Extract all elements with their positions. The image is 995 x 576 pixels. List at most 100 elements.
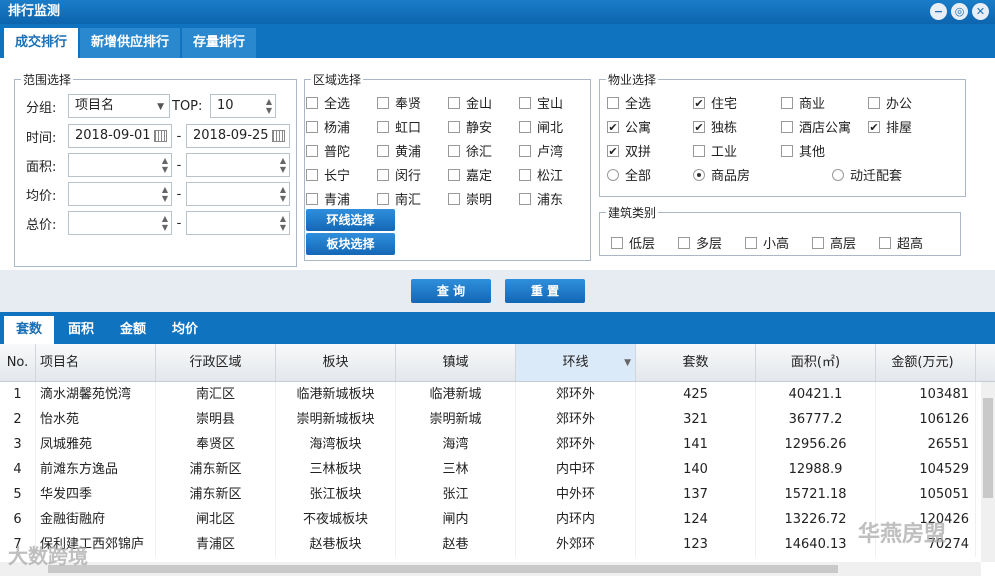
minimize-icon[interactable]: −: [930, 3, 947, 20]
checkbox-icon[interactable]: [448, 192, 460, 205]
checkbox-icon[interactable]: [611, 236, 623, 249]
housing-type-radio[interactable]: 动迁配套: [832, 165, 902, 184]
building-type-checkbox[interactable]: 低层: [611, 233, 655, 252]
spinner-icon[interactable]: ▲ ▼: [162, 185, 168, 203]
checkbox-icon[interactable]: [448, 96, 460, 109]
building-type-checkbox[interactable]: 多层: [678, 233, 722, 252]
checkbox-icon[interactable]: [519, 192, 531, 205]
price-max-stepper[interactable]: ▲ ▼: [186, 182, 290, 206]
region-checkbox[interactable]: 黄浦: [377, 141, 421, 160]
column-header[interactable]: 行政区域: [156, 344, 276, 381]
table-row[interactable]: 4 前滩东方逸品 浦东新区 三林板块 三林 内中环 140 12988.9 104529: [0, 457, 995, 482]
tab-new-supply-ranking[interactable]: 新增供应排行: [80, 28, 181, 58]
checkbox-icon[interactable]: [693, 144, 705, 157]
date-from-field[interactable]: 2018-09-01: [68, 124, 172, 148]
region-checkbox[interactable]: 全选: [306, 93, 350, 112]
region-checkbox[interactable]: 奉贤: [377, 93, 421, 112]
checkbox-icon[interactable]: [306, 96, 318, 109]
column-header[interactable]: 套数: [636, 344, 756, 381]
housing-type-radio[interactable]: 全部: [607, 165, 651, 184]
checkbox-icon[interactable]: [377, 168, 389, 181]
checkbox-icon[interactable]: [607, 96, 619, 109]
region-checkbox[interactable]: 南汇: [377, 189, 421, 208]
property-checkbox[interactable]: 其他: [781, 141, 825, 160]
region-checkbox[interactable]: 宝山: [519, 93, 563, 112]
building-type-checkbox[interactable]: 超高: [879, 233, 923, 252]
checkbox-icon[interactable]: [448, 120, 460, 133]
building-type-checkbox[interactable]: 高层: [812, 233, 856, 252]
total-max-stepper[interactable]: ▲ ▼: [186, 211, 290, 235]
filter-dropdown-icon[interactable]: ▼: [624, 344, 631, 382]
table-row[interactable]: 5 华发四季 浦东新区 张江板块 张江 中外环 137 15721.18 105051: [0, 482, 995, 507]
checkbox-checked-icon[interactable]: ✔: [693, 96, 705, 109]
checkbox-icon[interactable]: [377, 120, 389, 133]
checkbox-icon[interactable]: [781, 120, 793, 133]
column-header[interactable]: 板块: [276, 344, 396, 381]
property-checkbox[interactable]: ✔ 双拼: [607, 141, 651, 160]
column-header[interactable]: 面积(㎡): [756, 344, 876, 381]
region-checkbox[interactable]: 徐汇: [448, 141, 492, 160]
property-checkbox[interactable]: ✔ 公寓: [607, 117, 651, 136]
checkbox-icon[interactable]: [879, 236, 891, 249]
date-to-field[interactable]: 2018-09-25: [186, 124, 290, 148]
table-row[interactable]: 2 怡水苑 崇明县 崇明新城板块 崇明新城 郊环外 321 36777.2 106126: [0, 407, 995, 432]
column-header[interactable]: 镇域: [396, 344, 516, 381]
reset-button[interactable]: 重 置: [505, 279, 585, 303]
column-header[interactable]: 金额(万元): [876, 344, 976, 381]
horizontal-scrollbar[interactable]: [0, 562, 981, 576]
region-checkbox[interactable]: 闸北: [519, 117, 563, 136]
column-header[interactable]: 项目名: [36, 344, 156, 381]
checkbox-checked-icon[interactable]: ✔: [607, 120, 619, 133]
spinner-icon[interactable]: ▲ ▼: [280, 156, 286, 174]
tab-amount[interactable]: 金额: [108, 316, 158, 344]
region-checkbox[interactable]: 杨浦: [306, 117, 350, 136]
checkbox-checked-icon[interactable]: ✔: [607, 144, 619, 157]
region-checkbox[interactable]: 松江: [519, 165, 563, 184]
scroll-thumb[interactable]: [48, 565, 838, 573]
region-checkbox[interactable]: 崇明: [448, 189, 492, 208]
property-checkbox[interactable]: 酒店公寓: [781, 117, 851, 136]
spinner-icon[interactable]: ▲ ▼: [280, 214, 286, 232]
radio-icon[interactable]: [832, 168, 844, 181]
region-checkbox[interactable]: 嘉定: [448, 165, 492, 184]
building-type-checkbox[interactable]: 小高: [745, 233, 789, 252]
spinner-icon[interactable]: ▲ ▼: [162, 156, 168, 174]
block-select-button[interactable]: 板块选择: [306, 233, 395, 255]
ring-select-button[interactable]: 环线选择: [306, 209, 395, 231]
checkbox-icon[interactable]: [812, 236, 824, 249]
checkbox-icon[interactable]: [519, 96, 531, 109]
scroll-thumb[interactable]: [983, 398, 993, 498]
region-checkbox[interactable]: 金山: [448, 93, 492, 112]
checkbox-icon[interactable]: [519, 120, 531, 133]
table-row[interactable]: 1 滴水湖馨苑悦湾 南汇区 临港新城板块 临港新城 郊环外 425 40421.1 103481: [0, 382, 995, 407]
property-checkbox[interactable]: ✔ 排屋: [868, 117, 912, 136]
checkbox-icon[interactable]: [377, 96, 389, 109]
property-checkbox[interactable]: ✔ 住宅: [693, 93, 737, 112]
region-checkbox[interactable]: 长宁: [306, 165, 350, 184]
region-checkbox[interactable]: 静安: [448, 117, 492, 136]
top-stepper[interactable]: 10 ▲ ▼: [210, 94, 276, 118]
calendar-icon[interactable]: [272, 130, 285, 142]
region-checkbox[interactable]: 浦东: [519, 189, 563, 208]
checkbox-icon[interactable]: [306, 144, 318, 157]
region-checkbox[interactable]: 闵行: [377, 165, 421, 184]
checkbox-icon[interactable]: [519, 144, 531, 157]
property-checkbox[interactable]: 工业: [693, 141, 737, 160]
tab-stock-ranking[interactable]: 存量排行: [182, 28, 257, 58]
checkbox-icon[interactable]: [448, 144, 460, 157]
checkbox-icon[interactable]: [745, 236, 757, 249]
region-checkbox[interactable]: 青浦: [306, 189, 350, 208]
checkbox-icon[interactable]: [306, 192, 318, 205]
housing-type-radio[interactable]: 商品房: [693, 165, 750, 184]
region-checkbox[interactable]: 卢湾: [519, 141, 563, 160]
checkbox-icon[interactable]: [519, 168, 531, 181]
table-row[interactable]: 7 保利建工西郊锦庐 青浦区 赵巷板块 赵巷 外郊环 123 14640.13 70274: [0, 532, 995, 557]
area-max-stepper[interactable]: ▲ ▼: [186, 153, 290, 177]
property-checkbox[interactable]: 办公: [868, 93, 912, 112]
checkbox-icon[interactable]: [678, 236, 690, 249]
property-checkbox[interactable]: 全选: [607, 93, 651, 112]
checkbox-icon[interactable]: [306, 168, 318, 181]
tab-deal-ranking[interactable]: 成交排行: [4, 28, 79, 58]
checkbox-icon[interactable]: [377, 192, 389, 205]
group-select[interactable]: 项目名 ▼: [68, 94, 170, 118]
